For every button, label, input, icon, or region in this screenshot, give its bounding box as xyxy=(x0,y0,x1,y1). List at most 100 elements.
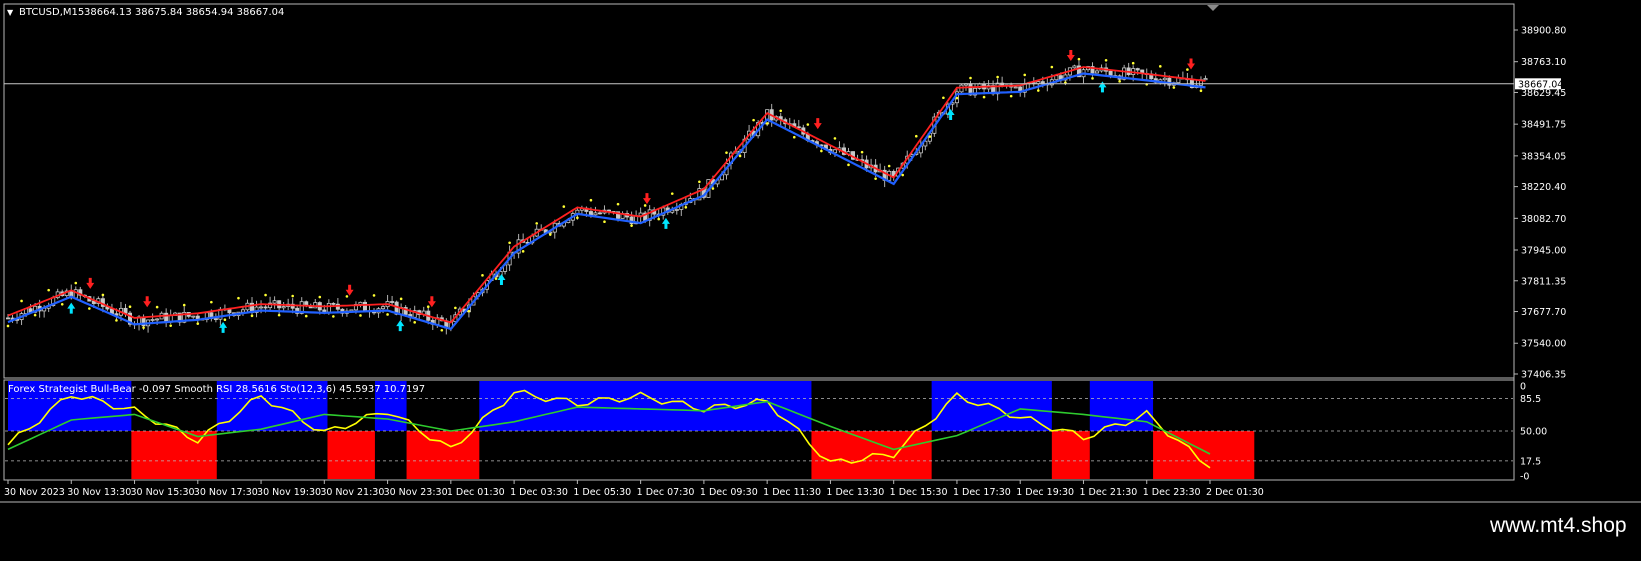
time-tick-label: 1 Dec 07:30 xyxy=(637,487,695,498)
trail-dot xyxy=(928,135,932,138)
trail-dot xyxy=(345,295,349,298)
trail-dot xyxy=(982,95,986,99)
trail-dot xyxy=(684,205,688,209)
trail-dot xyxy=(603,220,606,224)
price-tick-label: 37677.70 xyxy=(1521,307,1566,318)
trail-dot xyxy=(711,187,715,190)
time-tick-label: 30 Nov 23:30 xyxy=(384,487,448,498)
trail-dot xyxy=(250,314,254,318)
trail-dot xyxy=(1050,65,1054,69)
trail-dot xyxy=(399,297,403,301)
indicator-title: Forex Strategist Bull-Bear -0.097 Smooth… xyxy=(8,384,425,395)
bull-band xyxy=(479,381,812,431)
price-tick-label: 37811.35 xyxy=(1521,276,1566,287)
trail-dot xyxy=(752,118,755,122)
candle-body xyxy=(213,318,218,320)
trail-dot xyxy=(820,149,823,153)
trail-dot xyxy=(548,233,552,236)
candle-body xyxy=(240,309,245,313)
candle-body xyxy=(1013,86,1018,89)
price-tick-label: 37540.00 xyxy=(1521,339,1566,350)
price-tick-label: 38763.10 xyxy=(1521,57,1566,68)
trail-dot xyxy=(765,122,769,125)
candle-body xyxy=(281,306,286,309)
time-tick-label: 1 Dec 11:30 xyxy=(763,487,821,498)
trading-chart: 38900.8038763.1038629.4538491.7538354.05… xyxy=(0,3,1641,537)
trail-dot xyxy=(955,96,959,100)
trail-dot xyxy=(88,307,91,310)
trail-dot xyxy=(860,150,864,154)
indicator-level-label: 50.00 xyxy=(1520,427,1547,438)
trail-dot xyxy=(33,313,37,317)
trail-dot xyxy=(914,134,918,138)
trail-dot xyxy=(1009,94,1013,98)
chart-menu-icon[interactable]: ▼ xyxy=(7,8,14,17)
time-tick-label: 1 Dec 01:30 xyxy=(447,487,505,498)
trail-dot xyxy=(169,324,172,327)
trail-dot xyxy=(874,177,877,180)
time-tick-label: 30 Nov 15:30 xyxy=(131,487,195,498)
time-axis: 30 Nov 2023 30 Nov 13:30 30 Nov 15:30 30 No… xyxy=(4,480,1264,498)
trail-dot xyxy=(372,294,376,297)
candle-body xyxy=(259,306,264,309)
trail-dot xyxy=(1186,68,1189,71)
trail-dot xyxy=(576,216,579,220)
trail-dot xyxy=(1023,73,1027,77)
trail-dot xyxy=(454,306,457,310)
time-tick-label: 30 Nov 13:30 xyxy=(67,487,131,498)
trail-dot xyxy=(1104,58,1108,62)
watermark: www.mt4.shop xyxy=(1489,514,1627,537)
trail-dot xyxy=(698,180,701,184)
candle-body xyxy=(155,318,160,321)
indicator-level-label: -0 xyxy=(1520,472,1529,483)
trail-dot xyxy=(60,302,64,306)
bear-band xyxy=(327,431,375,479)
trail-dot xyxy=(115,319,118,322)
trail-dot xyxy=(318,295,322,299)
trail-dot xyxy=(535,222,538,225)
trail-dot xyxy=(1158,65,1162,68)
time-tick-label: 2 Dec 01:30 xyxy=(1206,487,1264,498)
ohlc-values: 38664.13 38675.84 38654.94 38667.04 xyxy=(84,7,284,18)
time-tick-label: 1 Dec 05:30 xyxy=(573,487,631,498)
trail-dot xyxy=(101,293,105,297)
trail-dot xyxy=(1077,57,1081,61)
time-tick-label: 30 Nov 17:30 xyxy=(194,487,258,498)
candle-body xyxy=(593,212,598,216)
trail-dot xyxy=(264,293,267,297)
trail-dot xyxy=(196,322,200,325)
symbol-label: BTCUSD,M15 xyxy=(19,7,84,18)
indicator-level-label: 17.5 xyxy=(1520,456,1541,467)
trail-dot xyxy=(792,135,796,139)
price-tick-label: 38900.80 xyxy=(1521,26,1566,37)
candle-body xyxy=(1162,77,1167,81)
trail-dot xyxy=(670,192,674,195)
trail-dot xyxy=(332,315,335,318)
candle-body xyxy=(1108,70,1113,77)
trail-dot xyxy=(155,305,159,309)
bear-band xyxy=(131,431,217,479)
trail-dot xyxy=(1091,77,1094,80)
candle-body xyxy=(191,315,196,318)
bear-band xyxy=(406,431,480,479)
trail-dot xyxy=(386,313,389,316)
bear-band xyxy=(1153,431,1255,479)
trail-dot xyxy=(806,123,810,126)
candle-body xyxy=(597,212,602,215)
trail-dot xyxy=(6,324,10,328)
trail-dot xyxy=(887,164,891,168)
trail-dot xyxy=(182,303,186,307)
trail-dot xyxy=(901,173,905,177)
candle-body xyxy=(1072,65,1077,69)
time-tick-label: 1 Dec 17:30 xyxy=(953,487,1011,498)
indicator-axis: 085.5 50.00 17.5 -0 xyxy=(1520,382,1547,483)
trail-dot xyxy=(467,309,471,313)
trail-dot xyxy=(1118,80,1121,83)
trail-dot xyxy=(291,294,294,298)
price-tick-label: 38491.75 xyxy=(1521,120,1566,131)
trail-dot xyxy=(1199,89,1203,93)
candle-body xyxy=(326,302,331,313)
trail-dot xyxy=(1036,89,1040,92)
trail-dot xyxy=(657,217,661,221)
candle-body xyxy=(381,306,386,310)
